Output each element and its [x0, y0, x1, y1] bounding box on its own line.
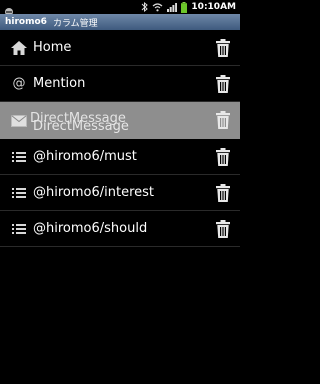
- list-icon: [10, 220, 28, 238]
- column-list: Home @ Mention DirectMessage DirectMessa…: [0, 30, 240, 247]
- at-icon: @: [12, 76, 26, 91]
- bluetooth-icon: [142, 2, 149, 12]
- column-item-list-should[interactable]: @hiromo6/should: [0, 211, 240, 247]
- column-item-list-must[interactable]: @hiromo6/must: [0, 139, 240, 175]
- column-item-mention[interactable]: @ Mention: [0, 66, 240, 102]
- trash-icon[interactable]: [216, 111, 230, 129]
- column-item-list-interest[interactable]: @hiromo6/interest: [0, 175, 240, 211]
- wifi-icon: [153, 3, 163, 12]
- status-bar: 10:10AM: [0, 0, 240, 16]
- trash-icon[interactable]: [216, 75, 230, 93]
- list-icon: [10, 184, 28, 202]
- home-icon: [10, 39, 28, 57]
- column-label: @hiromo6/should: [33, 221, 148, 236]
- clock: 10:10AM: [191, 2, 236, 12]
- column-item-directmessage[interactable]: DirectMessage DirectMessage: [0, 102, 240, 139]
- column-label: DirectMessage: [33, 118, 129, 134]
- column-label: Home: [33, 40, 72, 55]
- account-name: hiromo6: [5, 17, 47, 27]
- column-item-home[interactable]: Home: [0, 30, 240, 66]
- list-icon: [10, 148, 28, 166]
- trash-icon[interactable]: [216, 220, 230, 238]
- envelope-icon: [10, 112, 28, 130]
- column-label: @hiromo6/must: [33, 149, 137, 164]
- signal-icon: [167, 3, 178, 12]
- trash-icon[interactable]: [216, 148, 230, 166]
- column-label: Mention: [33, 76, 86, 91]
- page-title: カラム管理: [52, 18, 98, 29]
- column-label: @hiromo6/interest: [33, 185, 155, 200]
- trash-icon[interactable]: [216, 39, 230, 57]
- title-bar: hiromo6 カラム管理: [0, 14, 240, 30]
- trash-icon[interactable]: [216, 184, 230, 202]
- battery-icon: [181, 1, 188, 13]
